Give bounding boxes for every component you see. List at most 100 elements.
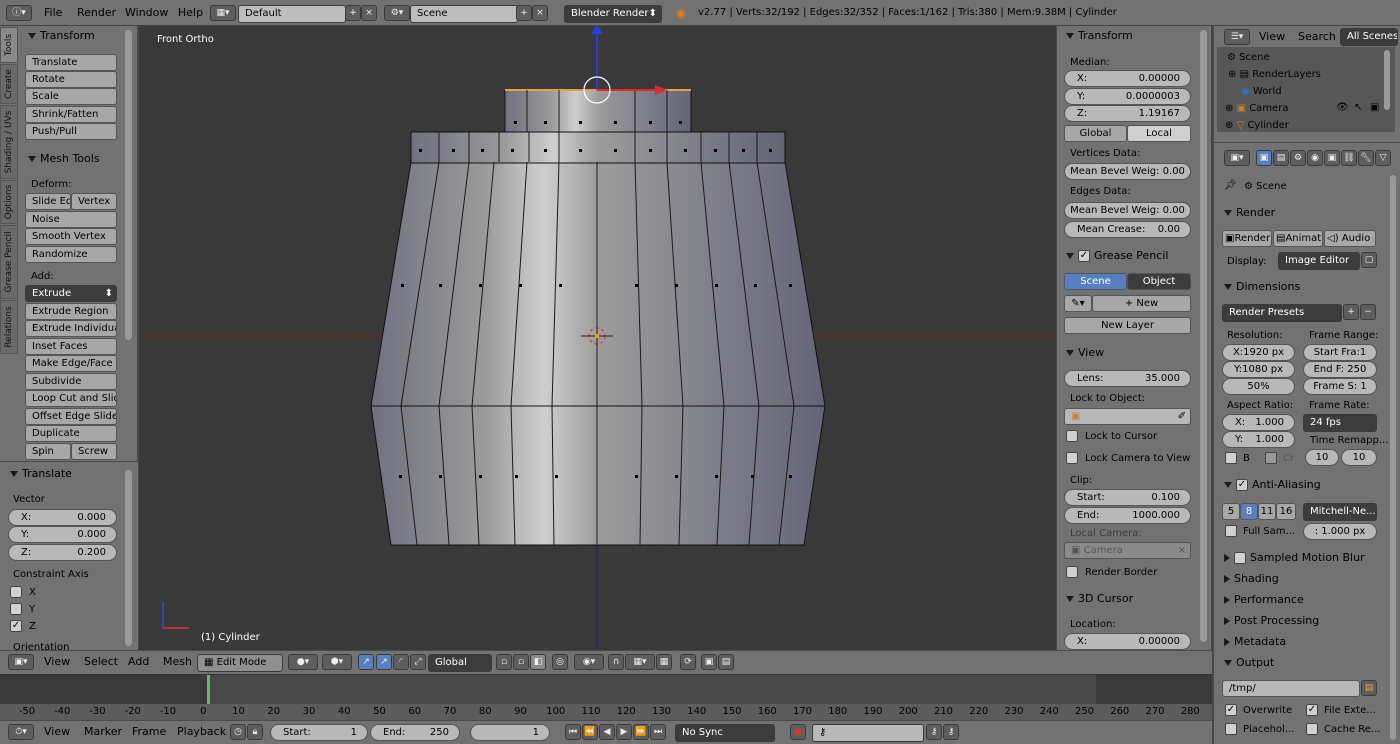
sidebar-scrollbar[interactable]: [1200, 30, 1207, 642]
play-reverse-icon[interactable]: ◀: [599, 724, 615, 740]
aa-samples-8[interactable]: 8: [1240, 503, 1258, 520]
lock-camera-checkbox[interactable]: [1066, 452, 1078, 464]
face-select-icon[interactable]: ◧: [530, 654, 546, 670]
shrink-fatten-button[interactable]: Shrink/Fatten: [25, 106, 117, 123]
view3d-menu-view[interactable]: View: [44, 650, 70, 674]
proportional-edit-icon[interactable]: ◉▾: [574, 654, 604, 670]
shading-panel-header[interactable]: Shading: [1224, 572, 1279, 585]
anti-aliasing-panel-header[interactable]: ✓ Anti-Aliasing: [1224, 478, 1321, 491]
cache-result-checkbox[interactable]: [1306, 723, 1318, 735]
tab-shading-uvs[interactable]: Shading / UVs: [0, 105, 18, 179]
render-panel-header[interactable]: Render: [1224, 206, 1275, 219]
display-select[interactable]: Image Editor: [1278, 252, 1360, 270]
screw-button[interactable]: Screw: [71, 443, 117, 460]
vector-z-field[interactable]: Z: 0.200: [8, 544, 117, 561]
mesh-options-icon[interactable]: ⟳: [680, 654, 696, 670]
gp-new-button[interactable]: + New: [1092, 295, 1191, 312]
preview-range-icon[interactable]: ◷: [230, 724, 246, 740]
outliner-world[interactable]: ◉ World: [1241, 86, 1282, 97]
mean-crease-field[interactable]: Mean Crease: 0.00: [1064, 221, 1191, 238]
scene-select[interactable]: Scene: [410, 5, 518, 23]
outliner-cylinder[interactable]: ⊕ ▽ Cylinder: [1225, 120, 1289, 132]
local-toggle[interactable]: Local: [1127, 125, 1191, 142]
vertex-select-icon[interactable]: ▫: [496, 654, 512, 670]
slide-edge-button[interactable]: Slide Ed: [25, 193, 71, 210]
spin-button[interactable]: Spin: [25, 443, 71, 460]
start-frame-field[interactable]: Start: 1: [270, 724, 368, 741]
randomize-button[interactable]: Randomize: [25, 246, 117, 263]
opengl-render-icon[interactable]: ▣: [701, 654, 717, 670]
menu-render[interactable]: Render: [77, 0, 116, 26]
auto-keying-icon[interactable]: ●: [790, 724, 806, 740]
animation-button[interactable]: ▤Animati: [1273, 230, 1323, 247]
menu-help[interactable]: Help: [178, 0, 203, 26]
transform-panel-header[interactable]: Transform: [28, 29, 95, 42]
post-processing-panel-header[interactable]: Post Processing: [1224, 614, 1319, 627]
aspect-y-field[interactable]: Y: 1.000: [1222, 431, 1295, 448]
timeline-editor-icon[interactable]: ⏱▾: [8, 724, 34, 740]
render-presets-select[interactable]: Render Presets: [1222, 304, 1342, 322]
outliner-scrollbar[interactable]: [1384, 50, 1390, 110]
noise-button[interactable]: Noise: [25, 211, 117, 228]
translate-manipulator-icon[interactable]: ↗: [376, 654, 392, 670]
constraint-z-checkbox[interactable]: ✓: [10, 620, 22, 632]
snap-element-icon[interactable]: ▦▾: [625, 654, 655, 670]
start-frame-prop-field[interactable]: Start Fra:1: [1303, 344, 1377, 361]
3d-cursor-panel-header[interactable]: 3D Cursor: [1066, 592, 1133, 605]
lens-field[interactable]: Lens: 35.000: [1064, 370, 1191, 387]
render-engine-select[interactable]: Blender Render ⬍: [564, 5, 662, 23]
full-sample-checkbox[interactable]: [1225, 525, 1237, 537]
vertex-bevel-weight-field[interactable]: Mean Bevel Weig: 0.00: [1064, 163, 1191, 180]
info-editor-icon[interactable]: ⓘ▾: [6, 5, 32, 21]
screen-layout-icon[interactable]: ▦▾: [210, 5, 236, 21]
remove-preset-icon[interactable]: −: [1360, 304, 1376, 320]
median-y-field[interactable]: Y: 0.0000003: [1064, 88, 1191, 105]
inset-faces-button[interactable]: Inset Faces: [25, 338, 117, 355]
gp-scene-toggle[interactable]: Scene: [1064, 273, 1127, 290]
layout-select[interactable]: Default: [238, 5, 346, 23]
menu-file[interactable]: File: [44, 0, 62, 26]
pivot-point-icon[interactable]: ⬢▾: [322, 654, 352, 670]
outliner-editor-icon[interactable]: ☰▾: [1224, 29, 1250, 45]
transform-orientation-select[interactable]: Global: [428, 654, 492, 672]
constraint-x-checkbox[interactable]: [10, 586, 22, 598]
extrude-region-button[interactable]: Extrude Region: [25, 303, 117, 320]
clip-end-field[interactable]: End: 1000.000: [1064, 507, 1191, 524]
visibility-eye-icon[interactable]: 👁︎: [1336, 102, 1349, 113]
motion-blur-checkbox[interactable]: [1234, 552, 1246, 564]
constraint-y-checkbox[interactable]: [10, 603, 22, 615]
performance-panel-header[interactable]: Performance: [1224, 593, 1304, 606]
filter-size-field[interactable]: : 1.000 px: [1303, 523, 1377, 540]
limit-selection-icon[interactable]: ◎: [552, 654, 568, 670]
insert-keyframe-icon[interactable]: ⚷: [926, 724, 942, 740]
scene-tab-icon[interactable]: ⚙: [1290, 150, 1306, 166]
dimensions-panel-header[interactable]: Dimensions: [1224, 280, 1300, 293]
push-pull-button[interactable]: Push/Pull: [25, 123, 117, 140]
resolution-x-field[interactable]: X:1920 px: [1222, 344, 1295, 361]
delete-keyframe-icon[interactable]: ⚷: [943, 724, 959, 740]
jump-keyframe-back-icon[interactable]: ⏪: [582, 724, 598, 740]
outliner-renderlayers[interactable]: ⊕ ▤ RenderLayers: [1228, 69, 1321, 80]
viewport-shading-icon[interactable]: ●▾: [288, 654, 318, 670]
output-panel-header[interactable]: Output: [1224, 656, 1274, 669]
operator-panel-header[interactable]: Translate: [10, 467, 72, 480]
duplicate-button[interactable]: Duplicate: [25, 425, 117, 442]
lock-cursor-checkbox[interactable]: [1066, 430, 1078, 442]
jump-end-icon[interactable]: ⏭: [650, 724, 666, 740]
median-x-field[interactable]: X: 0.00000: [1064, 70, 1191, 87]
mesh-tools-panel-header[interactable]: Mesh Tools: [28, 152, 100, 165]
aa-samples-11[interactable]: 11: [1258, 503, 1276, 520]
slide-vertex-button[interactable]: Vertex: [71, 193, 117, 210]
overwrite-checkbox[interactable]: ✓: [1225, 704, 1237, 716]
outliner-scene[interactable]: ⚙ Scene: [1227, 52, 1270, 63]
scale-button[interactable]: Scale: [25, 88, 117, 105]
lock-interface-icon[interactable]: ▢: [1361, 252, 1377, 268]
translate-button[interactable]: Translate: [25, 54, 117, 71]
keying-set-field[interactable]: ⚷: [812, 724, 924, 742]
world-tab-icon[interactable]: ◉: [1307, 150, 1323, 166]
manipulator-toggle-icon[interactable]: ↗: [358, 654, 374, 670]
timeline-menu-view[interactable]: View: [44, 720, 70, 744]
new-layer-button[interactable]: New Layer: [1064, 317, 1191, 334]
render-button[interactable]: ▣Render: [1222, 230, 1272, 247]
border-checkbox[interactable]: [1225, 452, 1237, 464]
